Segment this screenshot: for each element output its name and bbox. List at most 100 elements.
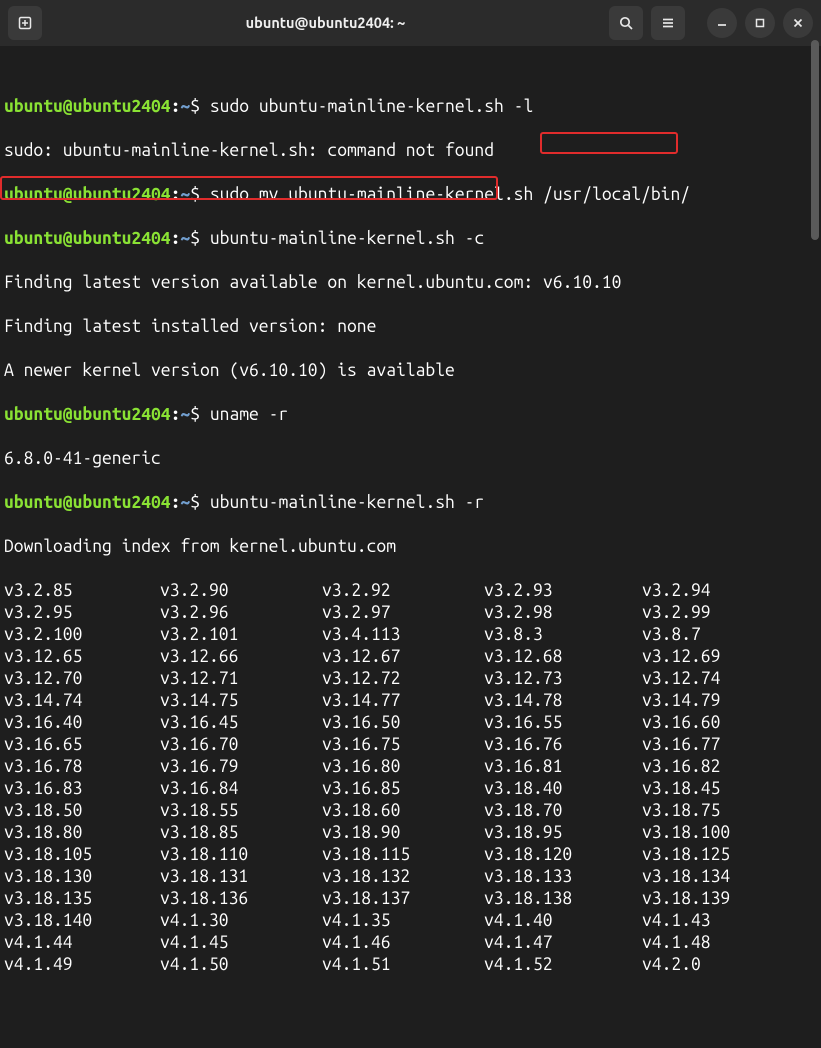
- version-cell: v3.14.79: [642, 690, 817, 712]
- version-cell: v3.2.98: [484, 602, 642, 624]
- version-cell: v3.2.101: [160, 624, 322, 646]
- version-cell: v3.16.70: [160, 734, 322, 756]
- minimize-button[interactable]: [707, 8, 737, 38]
- version-cell: v3.16.60: [642, 712, 817, 734]
- maximize-button[interactable]: [745, 8, 775, 38]
- version-cell: v3.14.77: [322, 690, 484, 712]
- version-cell: v4.1.52: [484, 954, 642, 976]
- version-cell: v3.18.75: [642, 800, 817, 822]
- version-cell: v3.18.130: [4, 866, 160, 888]
- command-1: sudo ubuntu-mainline-kernel.sh -l: [210, 97, 533, 116]
- version-cell: v3.18.50: [4, 800, 160, 822]
- version-cell: v3.16.78: [4, 756, 160, 778]
- version-cell: v3.16.85: [322, 778, 484, 800]
- output-1: sudo: ubuntu-mainline-kernel.sh: command…: [4, 140, 817, 162]
- version-cell: v3.16.40: [4, 712, 160, 734]
- version-cell: v3.14.78: [484, 690, 642, 712]
- version-cell: v3.18.136: [160, 888, 322, 910]
- version-cell: v3.18.134: [642, 866, 817, 888]
- version-row: v4.1.49v4.1.50v4.1.51v4.1.52v4.2.0: [4, 954, 817, 976]
- version-row: v3.16.40v3.16.45v3.16.50v3.16.55v3.16.60: [4, 712, 817, 734]
- version-cell: v3.16.80: [322, 756, 484, 778]
- window-titlebar: ubuntu@ubuntu2404: ~: [0, 0, 821, 46]
- version-cell: v3.12.67: [322, 646, 484, 668]
- command-4: uname -r: [210, 405, 288, 424]
- prompt-userhost: ubuntu@ubuntu2404: [4, 97, 171, 116]
- version-cell: v3.18.55: [160, 800, 322, 822]
- version-cell: v4.1.30: [160, 910, 322, 932]
- version-cell: v3.18.132: [322, 866, 484, 888]
- version-row: v3.16.83v3.16.84v3.16.85v3.18.40v3.18.45: [4, 778, 817, 800]
- new-tab-button[interactable]: [8, 6, 42, 40]
- version-cell: v3.18.70: [484, 800, 642, 822]
- version-cell: v3.18.90: [322, 822, 484, 844]
- version-cell: v3.2.92: [322, 580, 484, 602]
- terminal-output[interactable]: ubuntu@ubuntu2404:~$ sudo ubuntu-mainlin…: [0, 46, 821, 1048]
- version-row: v4.1.44v4.1.45v4.1.46v4.1.47v4.1.48: [4, 932, 817, 954]
- version-cell: v4.1.47: [484, 932, 642, 954]
- version-cell: v3.14.74: [4, 690, 160, 712]
- version-cell: v3.12.71: [160, 668, 322, 690]
- version-cell: v3.2.97: [322, 602, 484, 624]
- version-cell: v3.16.65: [4, 734, 160, 756]
- version-cell: v3.18.80: [4, 822, 160, 844]
- version-cell: v3.2.95: [4, 602, 160, 624]
- version-cell: v3.18.125: [642, 844, 817, 866]
- version-cell: v4.1.40: [484, 910, 642, 932]
- version-row: v3.18.105v3.18.110v3.18.115v3.18.120v3.1…: [4, 844, 817, 866]
- version-cell: v3.18.85: [160, 822, 322, 844]
- version-cell: v3.18.115: [322, 844, 484, 866]
- version-row: v3.18.135v3.18.136v3.18.137v3.18.138v3.1…: [4, 888, 817, 910]
- version-cell: v3.12.74: [642, 668, 817, 690]
- version-row: v3.18.140v4.1.30v4.1.35v4.1.40v4.1.43: [4, 910, 817, 932]
- version-cell: v3.18.60: [322, 800, 484, 822]
- prompt-path: ~: [180, 97, 190, 116]
- version-cell: v3.12.73: [484, 668, 642, 690]
- version-row: v3.2.100v3.2.101v3.4.113v3.8.3v3.8.7: [4, 624, 817, 646]
- scrollbar-thumb[interactable]: [811, 40, 819, 240]
- version-cell: v3.12.72: [322, 668, 484, 690]
- version-cell: v3.12.66: [160, 646, 322, 668]
- version-cell: v3.16.76: [484, 734, 642, 756]
- version-cell: v3.2.90: [160, 580, 322, 602]
- version-row: v3.16.78v3.16.79v3.16.80v3.16.81v3.16.82: [4, 756, 817, 778]
- version-cell: v3.2.85: [4, 580, 160, 602]
- output-4: 6.8.0-41-generic: [4, 448, 817, 470]
- version-cell: v3.16.81: [484, 756, 642, 778]
- search-button[interactable]: [609, 6, 643, 40]
- version-cell: v3.18.140: [4, 910, 160, 932]
- version-cell: v3.16.84: [160, 778, 322, 800]
- version-row: v3.18.80v3.18.85v3.18.90v3.18.95v3.18.10…: [4, 822, 817, 844]
- version-cell: v3.14.75: [160, 690, 322, 712]
- version-row: v3.16.65v3.16.70v3.16.75v3.16.76v3.16.77: [4, 734, 817, 756]
- version-cell: v4.1.48: [642, 932, 817, 954]
- version-cell: v3.18.45: [642, 778, 817, 800]
- version-cell: v4.2.0: [642, 954, 817, 976]
- version-row: v3.12.70v3.12.71v3.12.72v3.12.73v3.12.74: [4, 668, 817, 690]
- version-cell: v3.18.120: [484, 844, 642, 866]
- version-cell: v3.16.45: [160, 712, 322, 734]
- window-title: ubuntu@ubuntu2404: ~: [246, 12, 406, 34]
- version-list: v3.2.85v3.2.90v3.2.92v3.2.93v3.2.94v3.2.…: [4, 580, 817, 976]
- version-cell: v3.4.113: [322, 624, 484, 646]
- version-cell: v3.16.50: [322, 712, 484, 734]
- output-3a-pre: Finding latest version available on kern…: [4, 273, 533, 292]
- output-3c: A newer kernel version (v6.10.10) is ava…: [4, 360, 817, 382]
- highlight-newer-kernel: [0, 176, 498, 200]
- version-cell: v3.2.93: [484, 580, 642, 602]
- version-row: v3.12.65v3.12.66v3.12.67v3.12.68v3.12.69: [4, 646, 817, 668]
- menu-button[interactable]: [651, 6, 685, 40]
- version-row: v3.2.85v3.2.90v3.2.92v3.2.93v3.2.94: [4, 580, 817, 602]
- version-row: v3.18.130v3.18.131v3.18.132v3.18.133v3.1…: [4, 866, 817, 888]
- version-cell: v3.18.139: [642, 888, 817, 910]
- version-cell: v3.12.68: [484, 646, 642, 668]
- version-row: v3.2.95v3.2.96v3.2.97v3.2.98v3.2.99: [4, 602, 817, 624]
- version-cell: v3.18.100: [642, 822, 817, 844]
- version-cell: v4.1.50: [160, 954, 322, 976]
- close-button[interactable]: [783, 8, 813, 38]
- version-cell: v3.12.65: [4, 646, 160, 668]
- output-5: Downloading index from kernel.ubuntu.com: [4, 536, 817, 558]
- version-cell: v3.2.94: [642, 580, 817, 602]
- version-cell: v3.2.99: [642, 602, 817, 624]
- version-cell: v3.18.110: [160, 844, 322, 866]
